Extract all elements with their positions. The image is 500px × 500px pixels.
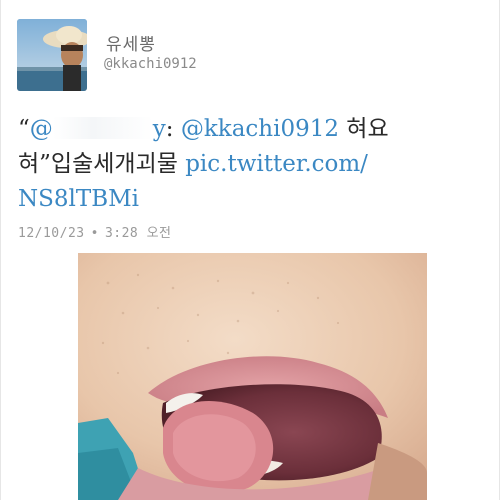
timestamp[interactable]: 12/10/23 • 3:28 오전 (18, 222, 172, 241)
card-border-left (0, 0, 1, 500)
avatar-photo-icon (17, 19, 87, 91)
attached-photo-icon (78, 253, 427, 500)
open-quote: “ (18, 116, 30, 142)
timestamp-separator: • (90, 226, 99, 241)
attached-photo[interactable] (78, 253, 427, 500)
mention-partial[interactable]: @ (30, 116, 53, 142)
display-name[interactable]: 유세뽕 (106, 30, 156, 55)
photo-link-part1[interactable]: pic.twitter.com/ (185, 151, 368, 177)
tweet-line2: 혀”입술세개괴물 (18, 151, 186, 177)
tweet-card: 유세뽕 @kkachi0912 “@ y: @kkachi0912 혀요혀”입술세… (0, 0, 500, 500)
timestamp-time: 3:28 오전 (104, 226, 172, 241)
mention-link[interactable]: @kkachi0912 (181, 116, 339, 142)
mention-tail[interactable]: y (153, 116, 166, 142)
user-handle[interactable]: @kkachi0912 (104, 56, 197, 72)
avatar[interactable] (17, 19, 87, 91)
colon: : (165, 116, 181, 142)
photo-link-part2[interactable]: NS8lTBMi (18, 186, 139, 212)
tweet-text: “@ y: @kkachi0912 혀요혀”입술세개괴물 pic.twitter.… (18, 112, 488, 217)
tweet-word: 혀요 (339, 116, 389, 142)
redacted-region (52, 117, 153, 139)
timestamp-date: 12/10/23 (18, 226, 85, 241)
